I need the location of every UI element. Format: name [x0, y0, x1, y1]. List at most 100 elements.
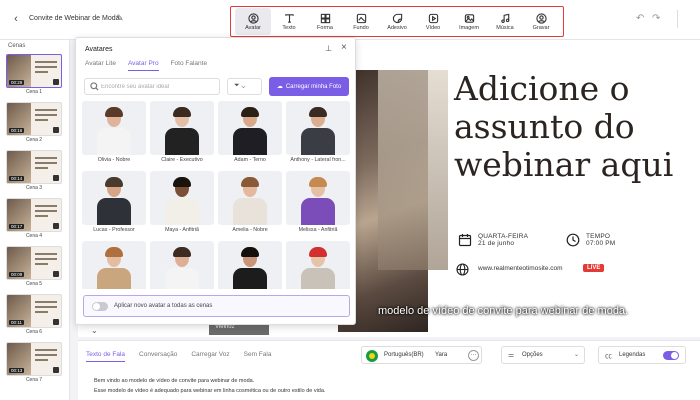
image-icon	[464, 13, 474, 23]
avatar-image[interactable]	[218, 241, 282, 289]
avatar-hair	[173, 107, 191, 117]
pin-icon[interactable]: ⊥	[325, 44, 332, 53]
avatar-card[interactable]: Melissa - Anfitriã	[286, 171, 350, 236]
search-input[interactable]	[101, 81, 216, 93]
scene-duration: 00:16	[9, 128, 25, 133]
tab-talking-photo[interactable]: Foto Falante	[171, 60, 208, 71]
script-line[interactable]: Esse modelo de vídeo é adequado para web…	[94, 386, 325, 396]
tab-avatar-pro[interactable]: Avatar Pro	[127, 60, 159, 71]
avatar-image[interactable]	[286, 171, 350, 225]
avatar-body	[301, 128, 335, 155]
tool-background[interactable]: Fundo	[343, 8, 379, 35]
back-arrow-icon[interactable]: ‹	[9, 12, 23, 26]
tool-music[interactable]: Música	[487, 8, 523, 35]
apply-all-scenes-row[interactable]: Aplicar novo avatar a todas as cenas	[83, 295, 350, 317]
cloud-upload-icon: ☁	[276, 84, 283, 90]
redo-icon[interactable]: ↷	[652, 13, 660, 24]
avatar-image[interactable]	[286, 101, 350, 155]
avatar-card[interactable]: Claire - Executivo	[150, 101, 214, 166]
avatar-card[interactable]	[150, 241, 214, 289]
scene-item[interactable]: 00:14 Cena 3	[6, 150, 62, 191]
avatar-image[interactable]	[82, 241, 146, 289]
project-title[interactable]: Convite de Webinar de Moda	[29, 15, 120, 22]
tool-video[interactable]: Vídeo	[415, 8, 451, 35]
scene-duration: 00:11	[9, 320, 24, 325]
scene-thumbnail[interactable]: 00:14	[6, 150, 62, 184]
close-icon[interactable]: ×	[341, 42, 347, 53]
avatar-hair	[241, 177, 259, 187]
tool-label: Vídeo	[425, 24, 441, 31]
avatar-card[interactable]: Anthony - Lateral fron...	[286, 101, 350, 166]
day-label: QUARTA-FEIRA	[478, 233, 529, 240]
avatar-image[interactable]	[218, 171, 282, 225]
avatar-card[interactable]	[218, 241, 282, 289]
toolbar-divider	[677, 10, 678, 28]
avatar-search[interactable]	[84, 78, 220, 95]
scene-item[interactable]: 00:11 Cena 6	[6, 294, 62, 335]
avatar-card[interactable]	[82, 241, 146, 289]
subtitles-toggle[interactable]	[663, 351, 679, 360]
tab-conversation[interactable]: Conversação	[139, 351, 177, 362]
website-url[interactable]: www.realmenteotimosite.com	[478, 265, 563, 272]
tool-label: Texto	[282, 24, 296, 31]
avatar-image[interactable]	[82, 171, 146, 225]
avatar-image[interactable]	[150, 101, 214, 155]
tool-avatar[interactable]: Avatar	[235, 8, 271, 35]
avatar-card[interactable]: Olivia - Nobre	[82, 101, 146, 166]
avatar-card[interactable]: Lucas - Professor	[82, 171, 146, 236]
scene-text-preview	[35, 61, 57, 76]
scene-thumbnail[interactable]: 00:16	[6, 102, 62, 136]
tool-shape[interactable]: Forma	[307, 8, 343, 35]
scene-item[interactable]: 00:09 Cena 5	[6, 246, 62, 287]
undo-icon[interactable]: ↶	[636, 13, 644, 24]
scene-item[interactable]: 00:29 Cena 1	[6, 54, 62, 95]
scene-thumbnail[interactable]: 00:11	[6, 294, 62, 328]
script-line[interactable]: Bem vindo ao modelo de vídeo de convite …	[94, 376, 325, 386]
tool-sticker[interactable]: Adesivo	[379, 8, 415, 35]
scene-item[interactable]: 00:17 Cena 4	[6, 198, 62, 239]
scene-thumbnail[interactable]: 00:29	[6, 54, 62, 88]
avatar-image[interactable]	[286, 241, 350, 289]
avatar-card[interactable]: Amelia - Nobre	[218, 171, 282, 236]
music-icon	[500, 13, 509, 23]
edit-title-icon[interactable]: ✎	[116, 13, 124, 24]
subtitles-control[interactable]: ㏄ Legendas	[598, 346, 686, 364]
scene-label: Cena 1	[25, 89, 43, 95]
avatar-card[interactable]: Adam - Terno	[218, 101, 282, 166]
tab-avatar-lite[interactable]: Avatar Lite	[85, 60, 116, 71]
language-label: Português(BR)	[384, 352, 424, 358]
voice-selector[interactable]: Português(BR) Yara ···	[361, 346, 482, 364]
avatar-image[interactable]	[150, 241, 214, 289]
more-icon[interactable]: ···	[468, 350, 479, 361]
filter-dropdown[interactable]: ⏷ ⌄	[227, 78, 262, 95]
time-block[interactable]: TEMPO 07:00 PM	[566, 233, 615, 247]
scene-duration: 00:14	[9, 176, 25, 181]
scene-thumbnail[interactable]: 00:13	[6, 342, 62, 376]
scene-thumbnail[interactable]: 00:09	[6, 246, 62, 280]
headline-text[interactable]: Adicione o assunto do webinar aqui	[454, 70, 699, 184]
scene-item[interactable]: 00:13 Cena 7	[6, 342, 62, 383]
avatar-card[interactable]: Maya - Anfitriã	[150, 171, 214, 236]
avatar-body	[233, 198, 267, 225]
globe-icon	[456, 263, 469, 276]
tab-text-to-speech[interactable]: Texto de Fala	[86, 351, 126, 362]
tab-no-speech[interactable]: Sem Fala	[244, 351, 272, 362]
tool-image[interactable]: Imagem	[451, 8, 487, 35]
date-block[interactable]: QUARTA-FEIRA 21 de junho	[458, 233, 529, 247]
avatar-image[interactable]	[82, 101, 146, 155]
chevron-down-icon[interactable]: ⌄	[91, 326, 98, 335]
scene-label: Cena 2	[25, 137, 43, 143]
avatar-image[interactable]	[218, 101, 282, 155]
apply-all-toggle[interactable]	[92, 302, 108, 311]
avatar-image[interactable]	[150, 171, 214, 225]
upload-photo-button[interactable]: ☁ Carregar minha Foto	[269, 77, 349, 96]
scene-thumbnail[interactable]: 00:17	[6, 198, 62, 232]
avatar-body	[233, 128, 267, 155]
avatar-card[interactable]	[286, 241, 350, 289]
tool-text[interactable]: Texto	[271, 8, 307, 35]
script-text[interactable]: Bem vindo ao modelo de vídeo de convite …	[94, 376, 325, 396]
tool-record[interactable]: Gravar	[523, 8, 559, 35]
tab-upload-voice[interactable]: Carregar Voz	[191, 351, 229, 362]
options-dropdown[interactable]: ⚌ Opções ⌄	[501, 346, 585, 364]
scene-item[interactable]: 00:16 Cena 2	[6, 102, 62, 143]
